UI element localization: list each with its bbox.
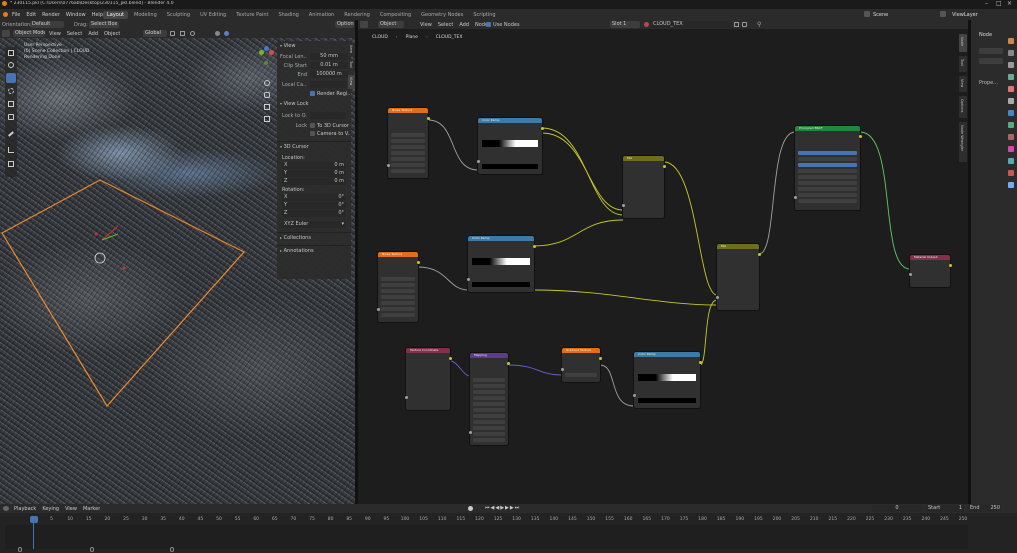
frame-tick-label: 60 — [253, 517, 260, 522]
frame-tick-label: 140 — [549, 517, 559, 522]
frame-tick-label: 45 — [197, 517, 204, 522]
frame-tick-label: 220 — [847, 517, 856, 522]
playhead-line — [33, 523, 34, 549]
timeline-ruler: 0510152025303540455055606570758085909510… — [0, 0, 1017, 553]
frame-tick-label: 110 — [437, 517, 447, 522]
frame-tick-label: 185 — [716, 517, 726, 522]
frame-tick-label: 90 — [364, 517, 371, 522]
timeline-track-area[interactable] — [5, 525, 968, 549]
frame-tick-label: 215 — [828, 517, 838, 522]
frame-tick-label: 20 — [104, 517, 111, 522]
frame-tick-label: 180 — [698, 517, 707, 522]
frame-tick-label: 225 — [865, 517, 875, 522]
frame-tick-label: 195 — [754, 517, 763, 522]
frame-tick-label: 210 — [809, 517, 819, 522]
frame-tick-label: 65 — [271, 517, 278, 522]
frame-tick-label: 15 — [85, 517, 92, 522]
frame-tick-label: 70 — [290, 517, 297, 522]
mouse-icon — [18, 547, 22, 552]
timeline[interactable]: Playback Keying View Marker ⏮◀◀▶▶▶⏭ 0 Start… — [0, 504, 1017, 553]
frame-tick-label: 100 — [400, 517, 410, 522]
frame-tick-label: 55 — [234, 517, 241, 522]
frame-tick-label: 105 — [419, 517, 428, 522]
frame-tick-label: 120 — [475, 517, 484, 522]
frame-tick-label: 75 — [309, 517, 315, 522]
frame-tick-label: 80 — [327, 517, 334, 522]
frame-tick-label: 200 — [772, 517, 782, 522]
frame-tick-label: 155 — [605, 517, 614, 522]
frame-tick-label: 95 — [383, 517, 390, 522]
mouse-icon — [170, 547, 174, 552]
frame-tick-label: 115 — [456, 517, 466, 522]
frame-tick-label: 250 — [958, 517, 968, 522]
frame-tick-label: 35 — [160, 517, 167, 522]
frame-tick-label: 160 — [623, 517, 633, 522]
frame-tick-label: 190 — [735, 517, 745, 522]
frame-tick-label: 10 — [67, 517, 74, 522]
frame-tick-label: 40 — [178, 517, 185, 522]
frame-tick-label: 230 — [884, 517, 893, 522]
frame-tick-label: 125 — [493, 517, 503, 522]
mouse-icon — [90, 547, 94, 552]
frame-tick-label: 245 — [940, 517, 949, 522]
playhead[interactable] — [30, 516, 38, 523]
frame-tick-label: 130 — [512, 517, 521, 522]
frame-tick-label: 30 — [141, 517, 148, 522]
frame-tick-label: 165 — [642, 517, 652, 522]
frame-tick-label: 50 — [216, 517, 222, 522]
frame-tick-label: 205 — [791, 517, 800, 522]
frame-tick-label: 150 — [586, 517, 596, 522]
frame-tick-label: 145 — [568, 517, 577, 522]
frame-tick-label: 240 — [921, 517, 931, 522]
frame-tick-label: 135 — [530, 517, 540, 522]
frame-tick-label: 235 — [902, 517, 912, 522]
frame-tick-label: 170 — [661, 517, 670, 522]
frame-tick-label: 85 — [346, 517, 353, 522]
frame-tick-label: 25 — [123, 517, 129, 522]
frame-tick-label: 5 — [50, 517, 54, 522]
frame-tick-label: 175 — [679, 517, 689, 522]
